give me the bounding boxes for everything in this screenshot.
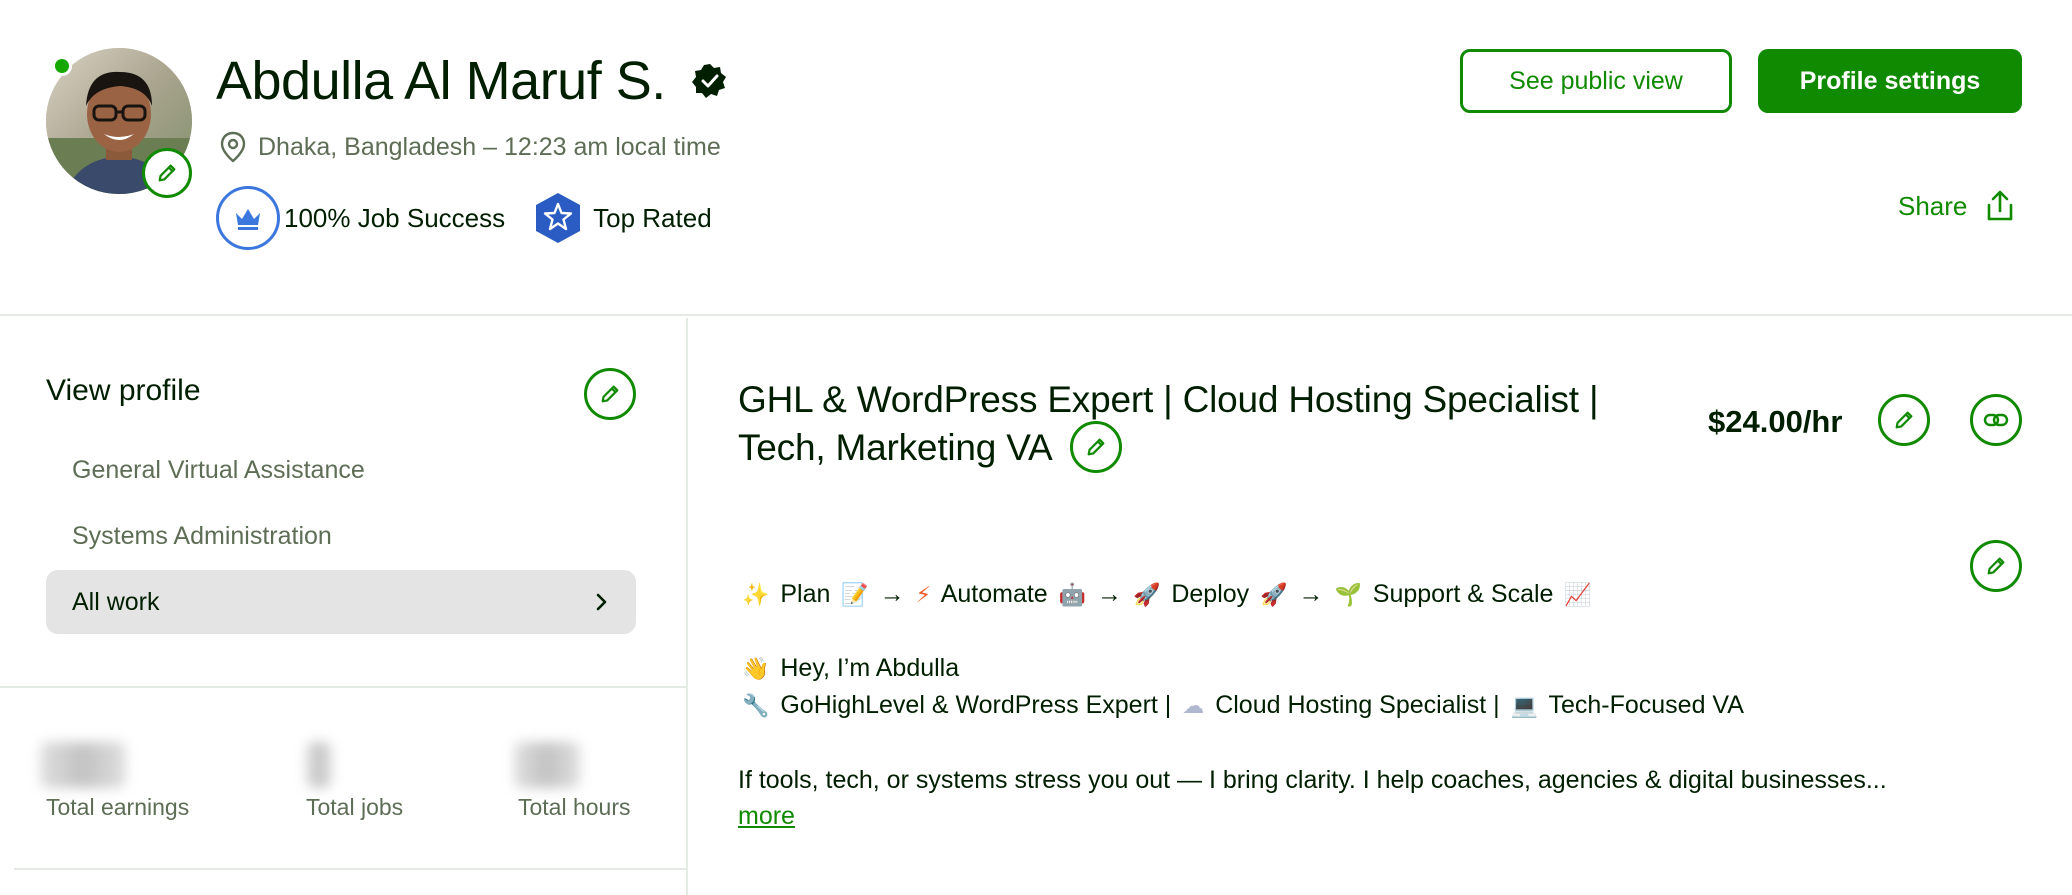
name-row: Abdulla Al Maruf S. [216, 48, 728, 114]
edit-overview-button[interactable] [1970, 540, 2022, 592]
pencil-icon [158, 164, 176, 182]
online-status-indicator [52, 56, 72, 76]
verified-badge-icon [691, 63, 728, 99]
edit-specialized-profiles-button[interactable] [584, 368, 636, 420]
pencil-icon [601, 385, 619, 403]
stat-total-earnings: Total earnings [40, 742, 190, 821]
memo-icon: 📝 [841, 583, 869, 608]
pencil-icon [1987, 557, 2005, 575]
stat-label: Total earnings [46, 794, 190, 820]
copy-link-button[interactable] [1970, 394, 2022, 446]
skill-2-text: Cloud Hosting Specialist | [1215, 691, 1500, 719]
waving-hand-icon: 👋 [742, 657, 770, 682]
workflow-line: ✨ Plan 📝 → ⚡ Automate 🤖 → 🚀 Deploy 🚀 → 🌱… [738, 580, 1596, 609]
blurred-value [306, 742, 332, 788]
headline-line-1: GHL & WordPress Expert | Cloud Hosting S… [738, 379, 1599, 420]
chevron-right-icon [596, 593, 607, 611]
laptop-icon: 💻 [1510, 694, 1538, 719]
sparkles-icon: ✨ [742, 583, 770, 608]
pencil-icon [1895, 411, 1913, 429]
cloud-icon: ☁ [1182, 694, 1205, 719]
stat-label: Total jobs [306, 794, 404, 820]
blurred-value [514, 742, 580, 788]
location-text: Dhaka, Bangladesh – 12:23 am local time [258, 132, 721, 161]
edit-rate-button[interactable] [1878, 394, 1930, 446]
crown-icon[interactable] [216, 186, 280, 250]
link-icon [1983, 413, 2009, 427]
workflow-support: Support & Scale [1372, 580, 1554, 608]
blurred-value [40, 742, 126, 788]
robot-icon: 🤖 [1058, 583, 1087, 608]
rocket-icon: 🚀 [1132, 583, 1161, 608]
workflow-automate: Automate [940, 580, 1048, 608]
headline-line-2-text: Tech, Marketing VA [738, 427, 1053, 468]
more-link[interactable]: more [738, 802, 795, 831]
hourly-rate: $24.00/hr [1708, 404, 1843, 439]
share-label: Share [1898, 190, 1968, 221]
avatar-container [46, 48, 192, 198]
arrow-icon: → [879, 580, 905, 608]
left-sidebar: View profile General Virtual Assistance … [0, 318, 688, 895]
sidebar-item-all-work[interactable]: All work [46, 570, 636, 634]
location-pin-icon [220, 131, 246, 163]
profile-headline: GHL & WordPress Expert | Cloud Hosting S… [738, 376, 1698, 476]
job-success-label[interactable]: 100% Job Success [284, 203, 505, 234]
profile-settings-button[interactable]: Profile settings [1758, 49, 2022, 113]
divider [14, 868, 688, 870]
stat-label: Total hours [518, 794, 631, 820]
badges-row: 100% Job Success Top Rated [216, 186, 712, 250]
headline-line-2: Tech, Marketing VA [738, 421, 1698, 476]
top-rated-icon[interactable] [533, 191, 583, 245]
stat-total-jobs: Total jobs [306, 742, 403, 821]
workflow-plan: Plan [780, 580, 831, 608]
top-rated-label[interactable]: Top Rated [593, 203, 712, 234]
workflow-deploy: Deploy [1171, 580, 1250, 608]
share-button[interactable]: Share [1898, 184, 2017, 228]
view-profile-title: View profile [46, 374, 201, 407]
arrow-icon: → [1097, 580, 1123, 608]
pencil-icon [1088, 438, 1105, 456]
wrench-icon: 🔧 [742, 694, 770, 719]
divider [0, 686, 688, 688]
lightning-icon: ⚡ [915, 583, 932, 608]
skills-line: 🔧 GoHighLevel & WordPress Expert | ☁ Clo… [738, 691, 1744, 720]
share-icon [1988, 190, 2013, 221]
edit-title-button[interactable] [1070, 421, 1123, 474]
skill-3-text: Tech-Focused VA [1548, 691, 1744, 719]
seedling-icon: 🌱 [1334, 583, 1362, 608]
location-row: Dhaka, Bangladesh – 12:23 am local time [220, 130, 721, 164]
profile-name: Abdulla Al Maruf S. [216, 51, 666, 111]
edit-photo-button[interactable] [142, 148, 192, 198]
sidebar-item-systems-administration[interactable]: Systems Administration [72, 522, 332, 551]
greeting-text: Hey, I’m Abdulla [780, 654, 960, 682]
profile-header: Abdulla Al Maruf S. Dhaka, Bangladesh – … [0, 0, 2072, 316]
rocket-icon: 🚀 [1260, 583, 1288, 608]
chart-increasing-icon: 📈 [1564, 583, 1592, 608]
stat-total-hours: Total hours [514, 742, 631, 821]
arrow-icon: → [1298, 580, 1324, 608]
skill-1-text: GoHighLevel & WordPress Expert | [780, 691, 1172, 719]
see-public-view-button[interactable]: See public view [1460, 49, 1732, 113]
main-content: GHL & WordPress Expert | Cloud Hosting S… [690, 318, 2072, 895]
sidebar-item-general-virtual-assistance[interactable]: General Virtual Assistance [72, 456, 365, 485]
all-work-label: All work [72, 587, 160, 616]
intro-line: If tools, tech, or systems stress you ou… [738, 766, 1887, 794]
greeting-line: 👋 Hey, I’m Abdulla [738, 654, 959, 683]
